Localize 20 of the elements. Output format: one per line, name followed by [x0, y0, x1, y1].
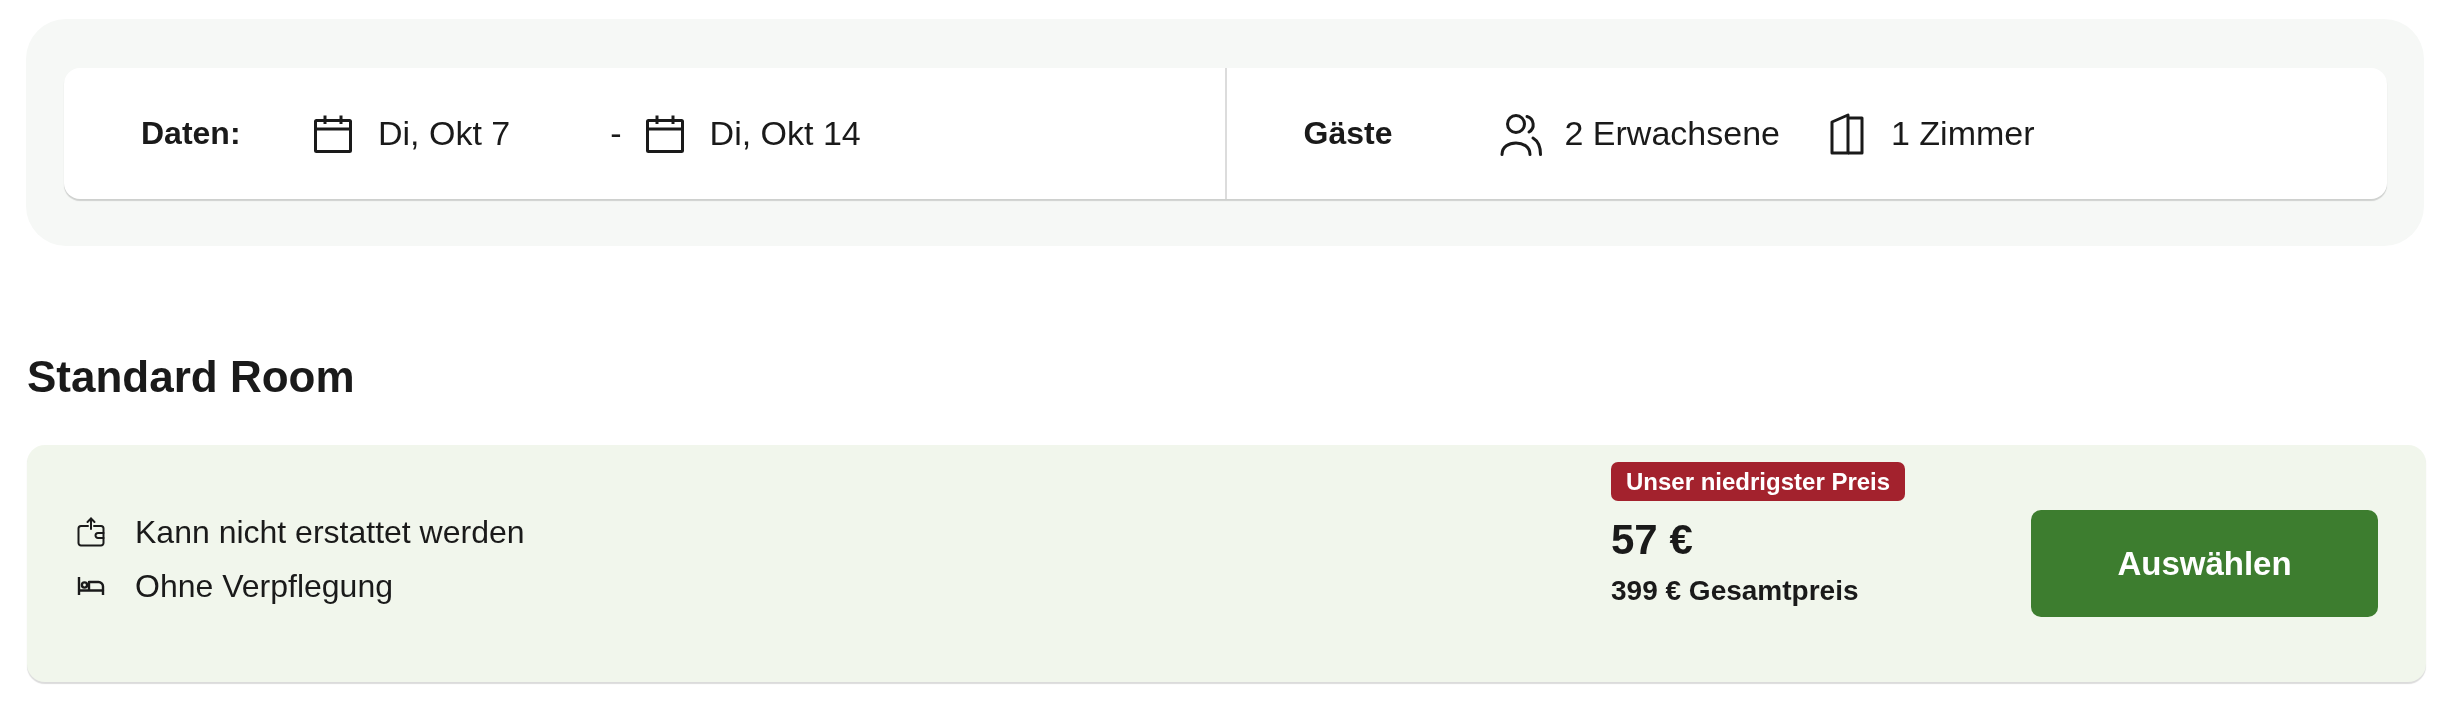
- adults-button[interactable]: 2 Erwachsene: [1498, 111, 1780, 156]
- calendar-icon: [644, 113, 685, 154]
- people-icon: [1498, 111, 1543, 156]
- price-badge: Unser niedrigster Preis: [1611, 462, 1906, 501]
- nightly-price: 57 €: [1611, 515, 1693, 565]
- total-price: 399 € Gesamtpreis: [1611, 574, 1859, 608]
- check-in-date-button[interactable]: Di, Okt 7: [313, 113, 511, 154]
- bed-icon: [77, 575, 105, 596]
- feature-text: Ohne Verpflegung: [135, 566, 393, 606]
- select-button[interactable]: Auswählen: [2031, 510, 2378, 617]
- guests-label: Gäste: [1303, 115, 1394, 152]
- date-separator: -: [610, 114, 622, 153]
- room-title: Standard Room: [27, 351, 356, 403]
- wallet-arrow-icon: [77, 516, 105, 547]
- check-out-date-button[interactable]: Di, Okt 14: [644, 113, 861, 154]
- dates-label: Daten:: [141, 115, 242, 152]
- feature-text: Kann nicht erstattet werden: [135, 512, 525, 552]
- rooms-button[interactable]: 1 Zimmer: [1829, 112, 2035, 155]
- door-icon: [1829, 112, 1864, 155]
- calendar-icon: [313, 113, 353, 154]
